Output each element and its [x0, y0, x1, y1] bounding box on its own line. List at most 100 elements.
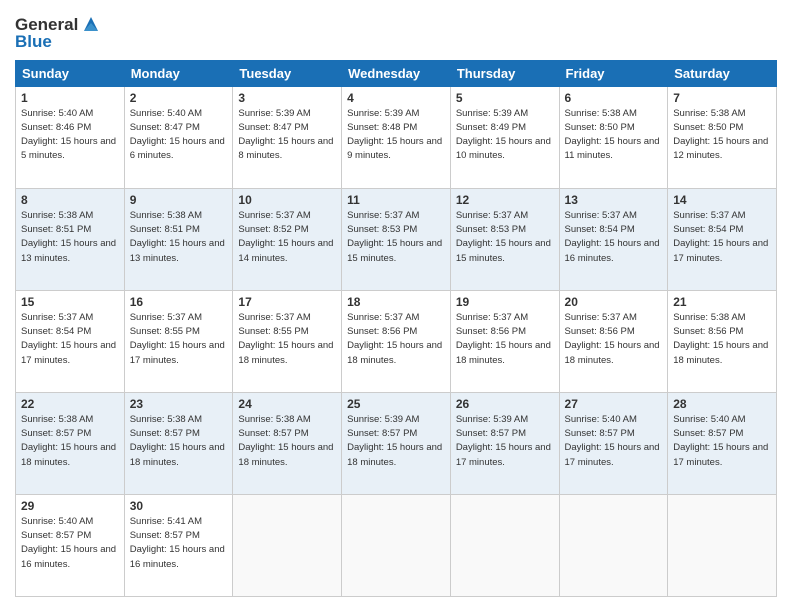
day-info: Sunrise: 5:39 AMSunset: 8:48 PMDaylight:… — [347, 107, 445, 164]
table-cell: 10Sunrise: 5:37 AMSunset: 8:52 PMDayligh… — [233, 188, 342, 290]
table-cell: 2 Sunrise: 5:40 AMSunset: 8:47 PMDaylight… — [124, 86, 233, 188]
day-number: 5 — [456, 91, 554, 105]
table-cell: 27 Sunrise: 5:40 AMSunset: 8:57 PMDayligh… — [559, 392, 668, 494]
day-number: 8 — [21, 193, 119, 207]
table-cell: 13 Sunrise: 5:37 AMSunset: 8:54 PMDayligh… — [559, 188, 668, 290]
day-number: 3 — [238, 91, 336, 105]
day-number: 18 — [347, 295, 445, 309]
day-info: Sunrise: 5:38 AMSunset: 8:51 PMDaylight:… — [21, 209, 119, 266]
table-cell: 6 Sunrise: 5:38 AMSunset: 8:50 PMDaylight… — [559, 86, 668, 188]
day-number: 21 — [673, 295, 771, 309]
table-cell: 22 Sunrise: 5:38 AMSunset: 8:57 PMDayligh… — [16, 392, 125, 494]
day-info: Sunrise: 5:37 AMSunset: 8:55 PMDaylight:… — [238, 311, 336, 368]
day-number: 28 — [673, 397, 771, 411]
col-wednesday: Wednesday — [342, 60, 451, 86]
day-info: Sunrise: 5:37 AMSunset: 8:54 PMDaylight:… — [565, 209, 663, 266]
day-info: Sunrise: 5:40 AMSunset: 8:57 PMDaylight:… — [565, 413, 663, 470]
table-cell: 8 Sunrise: 5:38 AMSunset: 8:51 PMDaylight… — [16, 188, 125, 290]
day-number: 13 — [565, 193, 663, 207]
day-info: Sunrise: 5:40 AMSunset: 8:47 PMDaylight:… — [130, 107, 228, 164]
day-info: Sunrise: 5:37 AMSunset: 8:53 PMDaylight:… — [456, 209, 554, 266]
day-number: 16 — [130, 295, 228, 309]
day-number: 9 — [130, 193, 228, 207]
table-cell: 19 Sunrise: 5:37 AMSunset: 8:56 PMDayligh… — [450, 290, 559, 392]
day-info: Sunrise: 5:38 AMSunset: 8:57 PMDaylight:… — [21, 413, 119, 470]
table-cell: 12 Sunrise: 5:37 AMSunset: 8:53 PMDayligh… — [450, 188, 559, 290]
table-cell: 20Sunrise: 5:37 AMSunset: 8:56 PMDayligh… — [559, 290, 668, 392]
day-number: 1 — [21, 91, 119, 105]
day-info: Sunrise: 5:37 AMSunset: 8:56 PMDaylight:… — [347, 311, 445, 368]
table-cell: 26 Sunrise: 5:39 AMSunset: 8:57 PMDayligh… — [450, 392, 559, 494]
day-info: Sunrise: 5:39 AMSunset: 8:49 PMDaylight:… — [456, 107, 554, 164]
table-cell: 16 Sunrise: 5:37 AMSunset: 8:55 PMDayligh… — [124, 290, 233, 392]
day-number: 6 — [565, 91, 663, 105]
table-cell: 30Sunrise: 5:41 AMSunset: 8:57 PMDayligh… — [124, 494, 233, 596]
col-friday: Friday — [559, 60, 668, 86]
day-number: 12 — [456, 193, 554, 207]
day-number: 2 — [130, 91, 228, 105]
logo-blue-text: Blue — [15, 33, 102, 52]
table-cell: 3 Sunrise: 5:39 AMSunset: 8:47 PMDaylight… — [233, 86, 342, 188]
table-cell — [342, 494, 451, 596]
day-number: 11 — [347, 193, 445, 207]
col-thursday: Thursday — [450, 60, 559, 86]
header: General Blue — [15, 15, 777, 52]
table-cell: 1 Sunrise: 5:40 AMSunset: 8:46 PMDaylight… — [16, 86, 125, 188]
day-info: Sunrise: 5:37 AMSunset: 8:56 PMDaylight:… — [456, 311, 554, 368]
day-number: 26 — [456, 397, 554, 411]
day-info: Sunrise: 5:40 AMSunset: 8:57 PMDaylight:… — [21, 515, 119, 572]
col-saturday: Saturday — [668, 60, 777, 86]
table-cell: 17 Sunrise: 5:37 AMSunset: 8:55 PMDayligh… — [233, 290, 342, 392]
table-cell: 29Sunrise: 5:40 AMSunset: 8:57 PMDayligh… — [16, 494, 125, 596]
day-info: Sunrise: 5:40 AMSunset: 8:46 PMDaylight:… — [21, 107, 119, 164]
day-info: Sunrise: 5:37 AMSunset: 8:53 PMDaylight:… — [347, 209, 445, 266]
table-cell — [668, 494, 777, 596]
calendar-header-row: Sunday Monday Tuesday Wednesday Thursday… — [16, 60, 777, 86]
day-info: Sunrise: 5:39 AMSunset: 8:57 PMDaylight:… — [347, 413, 445, 470]
day-info: Sunrise: 5:38 AMSunset: 8:57 PMDaylight:… — [130, 413, 228, 470]
page: General Blue Sunday Monday Tuesday Wedne… — [0, 0, 792, 612]
table-cell: 23 Sunrise: 5:38 AMSunset: 8:57 PMDayligh… — [124, 392, 233, 494]
day-info: Sunrise: 5:39 AMSunset: 8:57 PMDaylight:… — [456, 413, 554, 470]
col-monday: Monday — [124, 60, 233, 86]
day-info: Sunrise: 5:38 AMSunset: 8:51 PMDaylight:… — [130, 209, 228, 266]
logo-icon — [80, 13, 102, 35]
table-cell: 15 Sunrise: 5:37 AMSunset: 8:54 PMDayligh… — [16, 290, 125, 392]
day-info: Sunrise: 5:37 AMSunset: 8:52 PMDaylight:… — [238, 209, 336, 266]
day-number: 17 — [238, 295, 336, 309]
day-number: 4 — [347, 91, 445, 105]
day-number: 14 — [673, 193, 771, 207]
day-info: Sunrise: 5:39 AMSunset: 8:47 PMDaylight:… — [238, 107, 336, 164]
day-number: 24 — [238, 397, 336, 411]
table-cell: 25 Sunrise: 5:39 AMSunset: 8:57 PMDayligh… — [342, 392, 451, 494]
day-info: Sunrise: 5:38 AMSunset: 8:56 PMDaylight:… — [673, 311, 771, 368]
day-info: Sunrise: 5:37 AMSunset: 8:54 PMDaylight:… — [21, 311, 119, 368]
table-cell: 4 Sunrise: 5:39 AMSunset: 8:48 PMDaylight… — [342, 86, 451, 188]
table-cell: 24 Sunrise: 5:38 AMSunset: 8:57 PMDayligh… — [233, 392, 342, 494]
table-cell — [450, 494, 559, 596]
day-info: Sunrise: 5:41 AMSunset: 8:57 PMDaylight:… — [130, 515, 228, 572]
day-info: Sunrise: 5:37 AMSunset: 8:55 PMDaylight:… — [130, 311, 228, 368]
day-number: 7 — [673, 91, 771, 105]
table-cell: 21 Sunrise: 5:38 AMSunset: 8:56 PMDayligh… — [668, 290, 777, 392]
day-number: 27 — [565, 397, 663, 411]
day-number: 19 — [456, 295, 554, 309]
day-info: Sunrise: 5:40 AMSunset: 8:57 PMDaylight:… — [673, 413, 771, 470]
table-cell: 7 Sunrise: 5:38 AMSunset: 8:50 PMDaylight… — [668, 86, 777, 188]
day-info: Sunrise: 5:38 AMSunset: 8:50 PMDaylight:… — [565, 107, 663, 164]
table-cell: 11 Sunrise: 5:37 AMSunset: 8:53 PMDayligh… — [342, 188, 451, 290]
col-tuesday: Tuesday — [233, 60, 342, 86]
table-cell: 18 Sunrise: 5:37 AMSunset: 8:56 PMDayligh… — [342, 290, 451, 392]
table-cell: 5 Sunrise: 5:39 AMSunset: 8:49 PMDaylight… — [450, 86, 559, 188]
day-info: Sunrise: 5:38 AMSunset: 8:50 PMDaylight:… — [673, 107, 771, 164]
logo: General Blue — [15, 15, 102, 52]
day-number: 15 — [21, 295, 119, 309]
table-cell: 14 Sunrise: 5:37 AMSunset: 8:54 PMDayligh… — [668, 188, 777, 290]
day-number: 23 — [130, 397, 228, 411]
col-sunday: Sunday — [16, 60, 125, 86]
day-number: 25 — [347, 397, 445, 411]
day-number: 20 — [565, 295, 663, 309]
day-info: Sunrise: 5:38 AMSunset: 8:57 PMDaylight:… — [238, 413, 336, 470]
day-number: 22 — [21, 397, 119, 411]
day-info: Sunrise: 5:37 AMSunset: 8:54 PMDaylight:… — [673, 209, 771, 266]
